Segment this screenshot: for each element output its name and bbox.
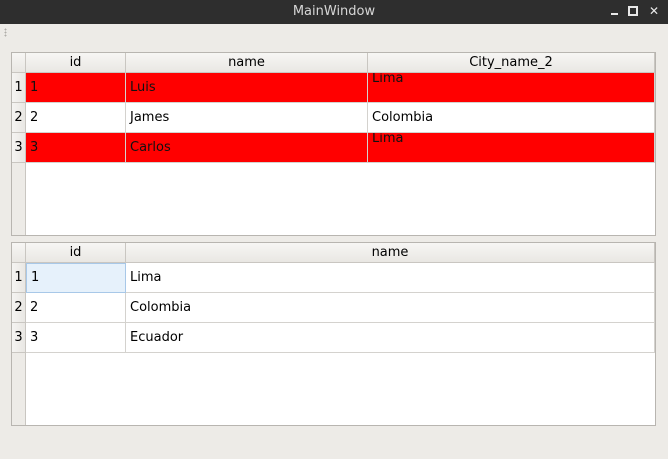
minimize-icon	[610, 13, 618, 15]
table-cell-id[interactable]: 1	[26, 73, 126, 103]
row-header-filler	[12, 353, 26, 425]
close-icon: ✕	[648, 4, 660, 18]
table-cell-name[interactable]: Lima	[126, 263, 655, 293]
column-header-city-name-2[interactable]: City_name_2	[368, 53, 655, 73]
row-header[interactable]: 1	[12, 73, 26, 103]
maximize-icon	[628, 6, 638, 16]
table-corner-button[interactable]	[12, 243, 26, 263]
row-header[interactable]: 1	[12, 263, 26, 293]
minimize-button[interactable]	[605, 2, 623, 20]
row-header[interactable]: 3	[12, 133, 26, 163]
row-header[interactable]: 3	[12, 323, 26, 353]
table-cell-id[interactable]: 3	[26, 133, 126, 163]
table-view-people[interactable]: id name City_name_2 1 1 Luis Lima 2 2 Ja…	[11, 52, 656, 236]
window-title: MainWindow	[292, 4, 376, 19]
toolbar-grip-icon[interactable]	[4, 28, 7, 37]
row-header-filler	[12, 163, 26, 235]
table-cell-id-selected[interactable]: 1	[26, 263, 126, 293]
column-header-id[interactable]: id	[26, 53, 126, 73]
table-cell-city[interactable]: Lima	[368, 133, 655, 163]
close-button[interactable]: ✕	[645, 2, 663, 20]
column-header-id[interactable]: id	[26, 243, 126, 263]
table-cell-name[interactable]: Carlos	[126, 133, 368, 163]
row-header[interactable]: 2	[12, 103, 26, 133]
table-cell-name[interactable]: Luis	[126, 73, 368, 103]
table-cell-city[interactable]: Colombia	[368, 103, 655, 133]
table-cell-city[interactable]: Lima	[368, 73, 655, 103]
maximize-button[interactable]	[624, 2, 642, 20]
row-header[interactable]: 2	[12, 293, 26, 323]
column-header-name[interactable]: name	[126, 53, 368, 73]
table-cell-id[interactable]: 2	[26, 103, 126, 133]
table-view-cities[interactable]: id name 1 1 Lima 2 2 Colombia 3 3 Ecuado…	[11, 242, 656, 426]
table-cell-name[interactable]: James	[126, 103, 368, 133]
table-cell-name[interactable]: Ecuador	[126, 323, 655, 353]
title-bar: MainWindow ✕	[0, 0, 668, 24]
table-cell-id[interactable]: 2	[26, 293, 126, 323]
table-cell-name[interactable]: Colombia	[126, 293, 655, 323]
table-cell-id[interactable]: 3	[26, 323, 126, 353]
table-corner-button[interactable]	[12, 53, 26, 73]
column-header-name[interactable]: name	[126, 243, 655, 263]
